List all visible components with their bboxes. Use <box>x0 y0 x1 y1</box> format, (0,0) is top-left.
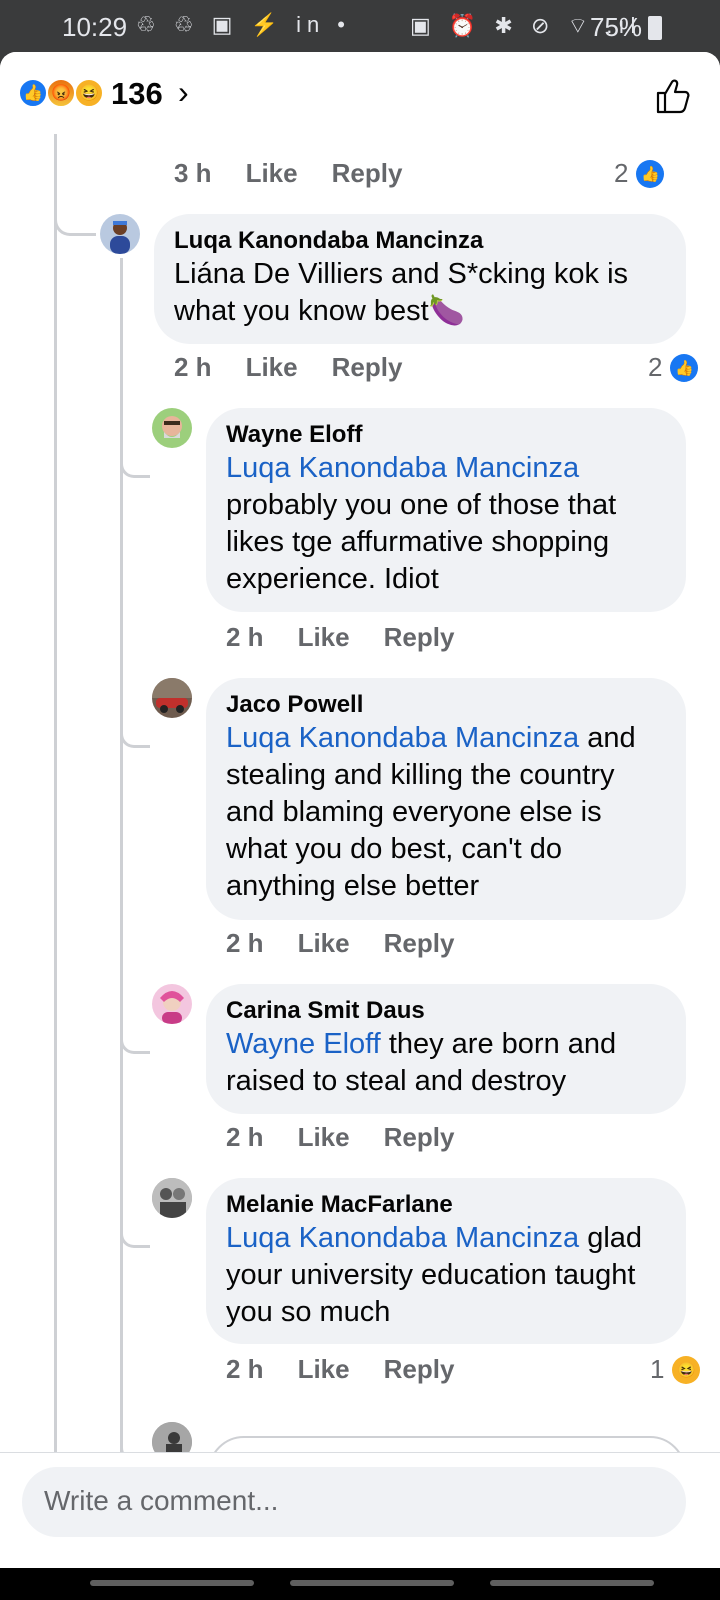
haha-reaction-icon: 😆 <box>74 78 104 108</box>
comment-time: 3 h <box>174 158 212 188</box>
comment-actions: 2 h Like Reply <box>174 352 402 383</box>
comments-sheet: 👍 😡 😆 136 › 3 h Like Reply 2 👍 Luqa Kano… <box>0 52 720 1568</box>
reply-button[interactable]: Reply <box>332 352 403 383</box>
haha-badge-icon: 😆 <box>672 1355 701 1384</box>
mention-link[interactable]: Wayne Eloff <box>226 1028 381 1060</box>
comment-bubble: Jaco Powell Luqa Kanondaba Mancinza and … <box>206 678 686 920</box>
thread-connector <box>54 212 96 236</box>
comment-bubble: Melanie MacFarlane Luqa Kanondaba Mancin… <box>206 1178 686 1344</box>
previous-comment-actions: 3 h Like Reply <box>174 158 402 189</box>
comment-time: 2 h <box>226 1122 264 1152</box>
battery-level: 75% <box>590 12 643 42</box>
reply-button[interactable]: Reply <box>384 928 455 959</box>
thread-connector <box>120 1030 150 1054</box>
like-button[interactable]: Like <box>246 352 298 383</box>
thread-line-replies <box>120 258 123 1488</box>
thread-connector <box>120 724 150 748</box>
comment-author[interactable]: Jaco Powell <box>226 690 666 720</box>
like-button[interactable]: Like <box>298 1122 350 1153</box>
like-button[interactable]: Like <box>298 622 350 653</box>
thread-line-main <box>54 134 57 1454</box>
comment-author[interactable]: Carina Smit Daus <box>226 996 666 1026</box>
avatar[interactable] <box>152 984 192 1024</box>
avatar[interactable] <box>100 214 140 254</box>
comment-bubble: Wayne Eloff Luqa Kanondaba Mancinza prob… <box>206 408 686 612</box>
avatar[interactable] <box>152 1178 192 1218</box>
like-button[interactable]: Like <box>298 928 350 959</box>
comment-bubble: Carina Smit Daus Wayne Eloff they are bo… <box>206 984 686 1114</box>
comment-text: Liána De Villiers and S*cking kok is wha… <box>174 258 629 327</box>
mention-link[interactable]: Luqa Kanondaba Mancinza <box>226 1222 579 1254</box>
comment-text: probably you one of those that likes tge… <box>226 489 617 595</box>
reply-button[interactable]: Reply <box>384 1354 455 1385</box>
thread-connector <box>120 454 150 478</box>
reactions-header[interactable]: 👍 😡 😆 136 › <box>0 52 720 134</box>
mention-link[interactable]: Luqa Kanondaba Mancinza <box>226 452 579 484</box>
like-count[interactable]: 2 👍 <box>648 352 699 383</box>
avatar[interactable] <box>152 678 192 718</box>
like-button[interactable]: Like <box>246 158 298 189</box>
like-badge-icon: 👍 <box>670 353 699 382</box>
like-reaction-icon: 👍 <box>18 78 48 108</box>
comment-actions: 2 h Like Reply <box>226 928 454 959</box>
nav-back-button[interactable] <box>490 1580 654 1586</box>
status-time: 10:29 <box>62 12 128 42</box>
reply-button[interactable]: Reply <box>332 158 403 189</box>
like-button[interactable]: Like <box>298 1354 350 1385</box>
notification-icons: ♲ ♲ ▣ ⚡ in • <box>136 12 352 37</box>
mention-link[interactable]: Luqa Kanondaba Mancinza <box>226 722 579 754</box>
reaction-count: 136 <box>111 76 163 111</box>
comment-bubble: Luqa Kanondaba Mancinza Liána De Villier… <box>154 214 686 344</box>
comment-time: 2 h <box>226 1354 264 1384</box>
comment-author[interactable]: Wayne Eloff <box>226 420 666 450</box>
like-badge-icon: 👍 <box>636 159 665 188</box>
reply-button[interactable]: Reply <box>384 1122 455 1153</box>
comment-author[interactable]: Luqa Kanondaba Mancinza <box>174 226 666 256</box>
comment-author[interactable]: Melanie MacFarlane <box>226 1190 666 1220</box>
like-count[interactable]: 2 👍 <box>614 158 665 189</box>
comment-time: 2 h <box>226 928 264 958</box>
battery-icon <box>648 16 662 40</box>
angry-reaction-icon: 😡 <box>46 78 76 108</box>
system-nav-bar <box>0 1568 720 1600</box>
chevron-right-icon[interactable]: › <box>178 74 189 111</box>
comment-actions: 2 h Like Reply <box>226 1354 454 1385</box>
thumbs-up-outline-icon[interactable] <box>652 76 692 116</box>
status-bar: 10:29 ♲ ♲ ▣ ⚡ in • ▣ ⏰ ✱ ⊘ ⌔ .ıl 75% <box>0 0 720 54</box>
nav-home-button[interactable] <box>290 1580 454 1586</box>
comment-actions: 2 h Like Reply <box>226 1122 454 1153</box>
reply-button[interactable]: Reply <box>384 622 455 653</box>
avatar[interactable] <box>152 408 192 448</box>
comment-input[interactable]: Write a comment... <box>22 1467 686 1537</box>
comment-time: 2 h <box>226 622 264 652</box>
comment-time: 2 h <box>174 352 212 382</box>
comment-composer: Write a comment... <box>0 1452 720 1568</box>
comment-actions: 2 h Like Reply <box>226 622 454 653</box>
thread-connector <box>120 1224 150 1248</box>
nav-recents-button[interactable] <box>90 1580 254 1586</box>
reaction-count[interactable]: 1 😆 <box>650 1354 701 1385</box>
